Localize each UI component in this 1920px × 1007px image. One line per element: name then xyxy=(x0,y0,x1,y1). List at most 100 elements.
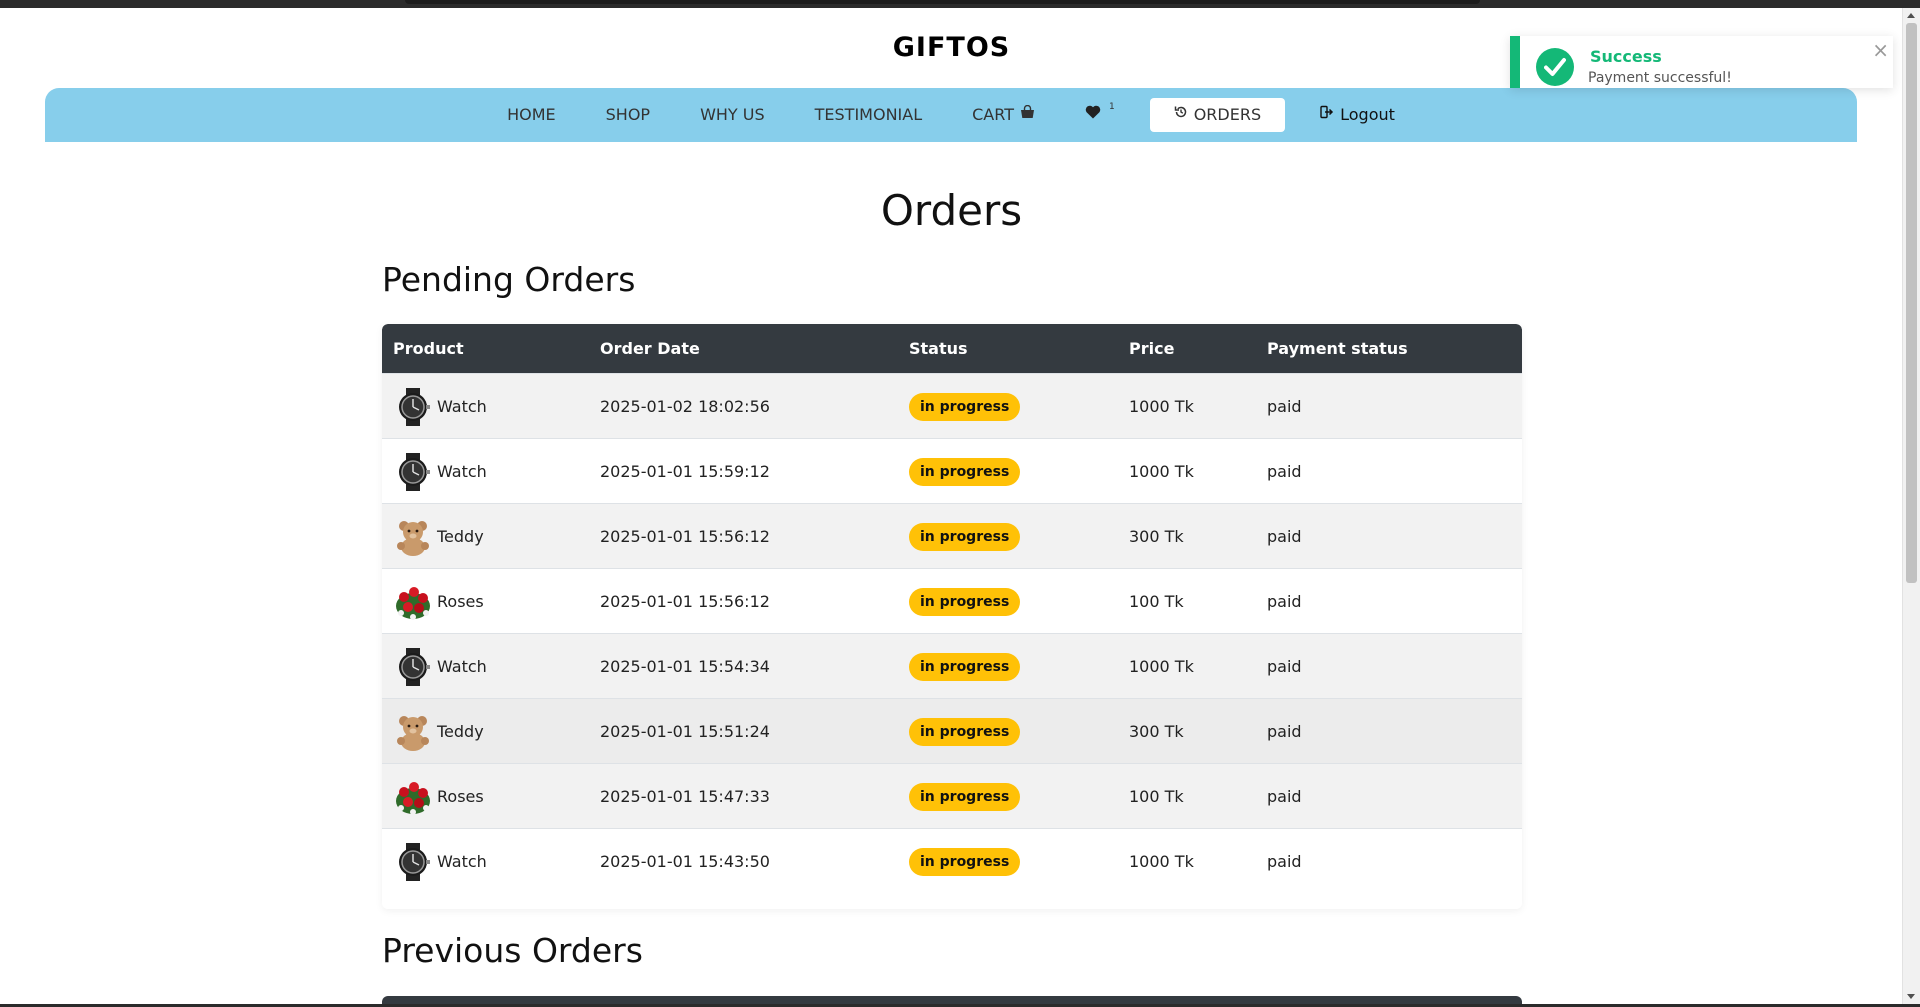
table-row: Teddy 2025-01-01 15:56:12 in progress 300 T… xyxy=(382,503,1522,569)
status-badge: in progress xyxy=(909,457,1021,486)
history-icon xyxy=(1174,98,1188,132)
table-row: Roses 2025-01-01 15:56:12 in progress 100 T… xyxy=(382,568,1522,634)
close-icon[interactable]: × xyxy=(1872,38,1889,62)
status-badge: in progress xyxy=(909,782,1021,811)
teddy-icon xyxy=(393,712,433,752)
status-cell: in progress xyxy=(909,634,1021,699)
pending-orders-title: Pending Orders xyxy=(382,260,636,299)
nav-logout[interactable]: Logout xyxy=(1295,98,1420,132)
page-viewport: GIFTOS HOME SHOP WHY US TESTIMONIAL CART… xyxy=(0,8,1903,1004)
payment-status: paid xyxy=(1267,592,1302,611)
status-badge: in progress xyxy=(909,652,1021,681)
order-date: 2025-01-01 15:47:33 xyxy=(600,787,770,806)
status-cell: in progress xyxy=(909,829,1021,894)
nav-home[interactable]: HOME xyxy=(482,98,581,132)
watch-icon xyxy=(393,842,433,882)
nav-orders[interactable]: ORDERS xyxy=(1149,98,1286,132)
price: 300 Tk xyxy=(1129,722,1184,741)
product-name: Teddy xyxy=(437,527,484,546)
product-name: Roses xyxy=(437,787,484,806)
nav-home-label: HOME xyxy=(507,105,556,124)
order-date: 2025-01-01 15:59:12 xyxy=(600,462,770,481)
nav-items: HOME SHOP WHY US TESTIMONIAL CART 1 ORDE… xyxy=(45,88,1857,142)
main-navbar: HOME SHOP WHY US TESTIMONIAL CART 1 ORDE… xyxy=(45,88,1857,142)
status-badge: in progress xyxy=(909,392,1021,421)
payment-status: paid xyxy=(1267,397,1302,416)
table-row: Watch 2025-01-01 15:43:50 in progress 1000 … xyxy=(382,828,1522,894)
toast-accent-bar xyxy=(1510,36,1520,88)
table-header: Product Order Date Status Price Payment … xyxy=(382,324,1522,373)
product-cell: Watch xyxy=(393,374,487,439)
payment-status: paid xyxy=(1267,462,1302,481)
price: 300 Tk xyxy=(1129,527,1184,546)
col-order-date: Order Date xyxy=(600,339,700,358)
toast-message: Payment successful! xyxy=(1588,70,1732,86)
nav-shop[interactable]: SHOP xyxy=(581,98,675,132)
product-cell: Roses xyxy=(393,764,484,829)
browser-tab-strip xyxy=(405,0,1480,4)
product-cell: Teddy xyxy=(393,504,484,569)
price: 1000 Tk xyxy=(1129,852,1194,871)
browser-top-edge xyxy=(0,0,1920,8)
nav-why-us[interactable]: WHY US xyxy=(675,98,790,132)
nav-testimonial[interactable]: TESTIMONIAL xyxy=(790,98,947,132)
nav-shop-label: SHOP xyxy=(605,105,651,124)
previous-orders-table-header xyxy=(382,996,1522,1004)
order-date: 2025-01-01 15:43:50 xyxy=(600,852,770,871)
product-cell: Watch xyxy=(393,829,487,894)
price: 1000 Tk xyxy=(1129,397,1194,416)
product-cell: Watch xyxy=(393,634,487,699)
status-cell: in progress xyxy=(909,569,1021,634)
check-circle-icon xyxy=(1536,48,1574,86)
payment-status: paid xyxy=(1267,527,1302,546)
scrollbar-thumb[interactable] xyxy=(1906,23,1917,583)
table-row: Watch 2025-01-01 15:59:12 in progress 1000 … xyxy=(382,438,1522,504)
pending-orders-table: Product Order Date Status Price Payment … xyxy=(382,324,1522,909)
status-badge: in progress xyxy=(909,522,1021,551)
teddy-icon xyxy=(393,517,433,557)
status-cell: in progress xyxy=(909,699,1021,764)
status-cell: in progress xyxy=(909,504,1021,569)
nav-cart[interactable]: CART xyxy=(947,98,1060,132)
nav-cart-label: CART xyxy=(972,105,1014,124)
shopping-bag-icon xyxy=(1020,98,1035,132)
price: 100 Tk xyxy=(1129,592,1184,611)
toast-title: Success xyxy=(1590,47,1662,66)
product-name: Watch xyxy=(437,657,487,676)
page-scrollbar[interactable] xyxy=(1902,8,1920,1004)
watch-icon xyxy=(393,387,433,427)
scroll-up-arrow-icon[interactable] xyxy=(1907,13,1915,18)
status-cell: in progress xyxy=(909,764,1021,829)
roses-icon xyxy=(393,582,433,622)
page-title: Orders xyxy=(880,186,1023,235)
col-payment-status: Payment status xyxy=(1267,339,1408,358)
price: 1000 Tk xyxy=(1129,462,1194,481)
nav-why-us-label: WHY US xyxy=(700,105,765,124)
status-badge: in progress xyxy=(909,717,1021,746)
col-status: Status xyxy=(909,339,968,358)
nav-testimonial-label: TESTIMONIAL xyxy=(814,105,923,124)
status-badge: in progress xyxy=(909,587,1021,616)
status-cell: in progress xyxy=(909,374,1021,439)
product-name: Roses xyxy=(437,592,484,611)
product-cell: Watch xyxy=(393,439,487,504)
watch-icon xyxy=(393,647,433,687)
price: 100 Tk xyxy=(1129,787,1184,806)
heart-icon xyxy=(1085,98,1101,132)
order-date: 2025-01-01 15:51:24 xyxy=(600,722,770,741)
scroll-down-arrow-icon[interactable] xyxy=(1907,994,1915,999)
previous-orders-title: Previous Orders xyxy=(382,931,643,970)
product-cell: Teddy xyxy=(393,699,484,764)
product-cell: Roses xyxy=(393,569,484,634)
success-toast: Success Payment successful! × xyxy=(1510,36,1893,88)
sign-out-icon xyxy=(1320,98,1334,132)
nav-wishlist[interactable]: 1 xyxy=(1060,98,1140,132)
table-row: Roses 2025-01-01 15:47:33 in progress 100 T… xyxy=(382,763,1522,829)
nav-logout-label: Logout xyxy=(1340,105,1395,124)
table-row: Watch 2025-01-01 15:54:34 in progress 1000 … xyxy=(382,633,1522,699)
watch-icon xyxy=(393,452,433,492)
order-date: 2025-01-01 15:54:34 xyxy=(600,657,770,676)
order-date: 2025-01-02 18:02:56 xyxy=(600,397,770,416)
product-name: Teddy xyxy=(437,722,484,741)
payment-status: paid xyxy=(1267,657,1302,676)
